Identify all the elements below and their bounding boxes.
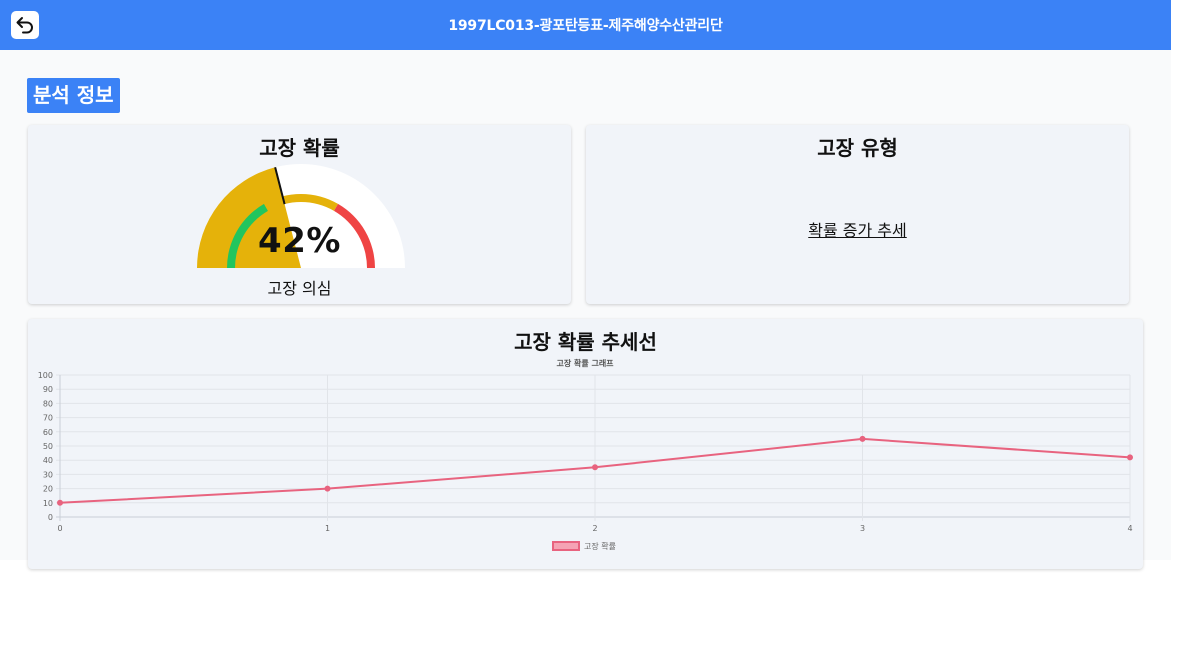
section-title: 분석 정보 [27, 78, 120, 113]
y-tick-label: 80 [43, 399, 53, 408]
top-header: 1997LC013-광포탄등표-제주해양수산관리단 [0, 0, 1171, 50]
y-tick-label: 30 [43, 470, 53, 479]
y-tick-label: 20 [43, 485, 53, 494]
failure-type-card: 고장 유형 확률 증가 추세 [586, 125, 1129, 304]
y-tick-label: 70 [43, 414, 53, 423]
page-title: 1997LC013-광포탄등표-제주해양수산관리단 [448, 18, 723, 34]
app-root: 1997LC013-광포탄등표-제주해양수산관리단 분석 정보 고장 확률 42… [0, 0, 1171, 569]
data-point [592, 464, 598, 471]
legend-label: 고장 확률 [584, 541, 616, 551]
x-tick-label: 1 [325, 524, 330, 533]
y-tick-label: 50 [43, 442, 53, 451]
chart-title: 고장 확률 그래프 [556, 358, 614, 368]
chart-legend: 고장 확률 [552, 541, 616, 551]
x-tick-label: 0 [57, 524, 62, 533]
y-tick-label: 40 [43, 456, 53, 465]
legend-swatch [552, 541, 580, 551]
probability-status: 고장 의심 [267, 279, 332, 298]
back-arrow-icon [16, 17, 33, 34]
x-tick-label: 2 [592, 524, 597, 533]
failure-type-title: 고장 유형 [817, 136, 898, 160]
trend-chart: 고장 확률 그래프 0 10 20 30 40 50 60 70 80 90 100 0 1 2 3 4 고장… [38, 358, 1133, 551]
data-point [859, 435, 866, 442]
y-tick-label: 100 [38, 371, 53, 380]
y-tick-label: 60 [43, 428, 53, 437]
y-tick-label: 10 [43, 499, 53, 508]
x-tick-label: 4 [1127, 524, 1132, 533]
y-tick-label: 90 [43, 385, 53, 394]
x-tick-label: 3 [860, 524, 865, 533]
chart-ticks: 0 10 20 30 40 50 60 70 80 90 100 0 1 2 3 4 [38, 371, 1133, 533]
trend-card: 고장 확률 추세선 고장 확률 그래프 0 10 20 30 40 50 60 70 80 90 1… [28, 319, 1143, 569]
failure-probability-card: 고장 확률 42% 고장 의심 [28, 125, 571, 304]
failure-type-value-link[interactable]: 확률 증가 추세 [586, 217, 1129, 241]
chart-grid [56, 374, 1131, 521]
data-point [1127, 454, 1133, 461]
y-tick-label: 0 [48, 513, 53, 522]
back-button[interactable] [11, 11, 39, 39]
data-point [57, 499, 63, 506]
probability-value: 42% [258, 221, 341, 261]
data-point [324, 485, 331, 492]
failure-probability-title: 고장 확률 [259, 136, 340, 160]
